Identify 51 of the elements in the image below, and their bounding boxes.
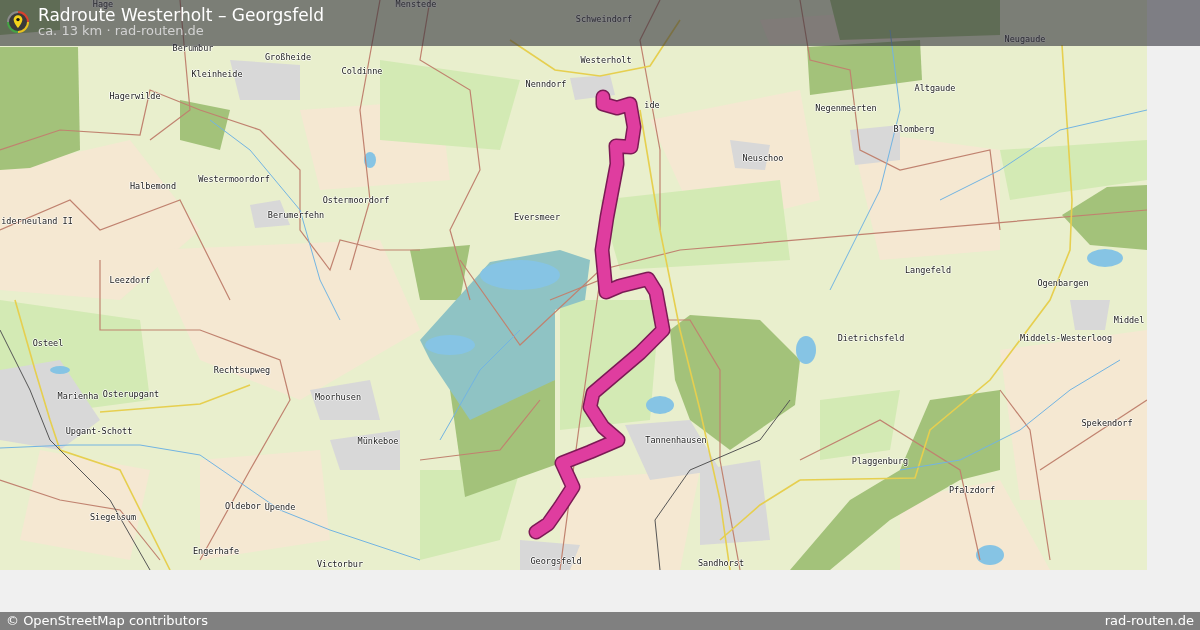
site-name: rad-routen.de bbox=[1104, 612, 1194, 630]
place-label: Nenndorf bbox=[525, 79, 567, 89]
place-label: Spekendorf bbox=[1081, 418, 1133, 428]
place-label: Plaggenburg bbox=[851, 456, 909, 466]
place-label: Altgaude bbox=[914, 83, 956, 93]
place-label: Pfalzdorf bbox=[948, 485, 996, 495]
place-label: Sandhorst bbox=[697, 558, 745, 568]
route-subtitle: ca. 13 km · rad-routen.de bbox=[38, 24, 205, 37]
place-label: Neugaude bbox=[1004, 34, 1046, 44]
place-label: Westerholt bbox=[580, 55, 632, 65]
place-label: Ogenbargen bbox=[1037, 278, 1089, 288]
place-label: Münkeboe bbox=[357, 436, 399, 446]
place-label: Großheide bbox=[264, 52, 312, 62]
place-label: Schweindorf bbox=[575, 14, 633, 24]
place-label: Hagerwilde bbox=[109, 91, 161, 101]
place-label: Upende bbox=[264, 502, 296, 512]
place-label: Leezdorf bbox=[109, 275, 151, 285]
place-label: Siegelsum bbox=[89, 512, 137, 522]
place-label: Osteel bbox=[32, 338, 64, 348]
place-label: Negenmeerten bbox=[815, 103, 877, 113]
place-label: Kleinheide bbox=[191, 69, 243, 79]
place-label: iderneuland II bbox=[1, 216, 73, 226]
place-label: Middel bbox=[1113, 315, 1145, 325]
place-label: Ostermoordorf bbox=[322, 195, 390, 205]
place-label: Dietrichsfeld bbox=[837, 333, 905, 343]
place-label: Moorhusen bbox=[314, 392, 362, 402]
place-label: Upgant-Schott bbox=[65, 426, 133, 436]
place-label: Neuschoo bbox=[742, 153, 784, 163]
place-label: Oldebor bbox=[225, 501, 261, 511]
place-label: Marienha bbox=[57, 391, 99, 401]
attribution-text: © OpenStreetMap contributors bbox=[6, 612, 208, 630]
place-label: Berumerfehn bbox=[267, 210, 325, 220]
place-label: Osterupgant bbox=[102, 389, 160, 399]
place-label: Rechtsupweg bbox=[213, 365, 271, 375]
map-pin-icon bbox=[7, 11, 29, 33]
place-label: Victorbur bbox=[316, 559, 364, 569]
place-label: Middels-Westerloog bbox=[1019, 333, 1113, 343]
route-title: Radroute Westerholt – Georgsfeld bbox=[38, 7, 325, 24]
place-label: Westermoordorf bbox=[198, 174, 270, 184]
place-label: Georgsfeld bbox=[530, 556, 582, 566]
place-label: Berumbur bbox=[172, 43, 214, 53]
place-label: Eversmeer bbox=[513, 212, 561, 222]
place-label: Coldinne bbox=[341, 66, 383, 76]
place-label: Hage bbox=[92, 0, 114, 9]
place-label: Langefeld bbox=[904, 265, 952, 275]
place-label: Halbemond bbox=[129, 181, 177, 191]
place-label: Menstede bbox=[395, 0, 437, 9]
place-label: ide bbox=[644, 100, 660, 110]
place-label: Tannenhausen bbox=[645, 435, 707, 445]
place-label: Engerhafe bbox=[192, 546, 240, 556]
place-label: Blomberg bbox=[893, 124, 935, 134]
